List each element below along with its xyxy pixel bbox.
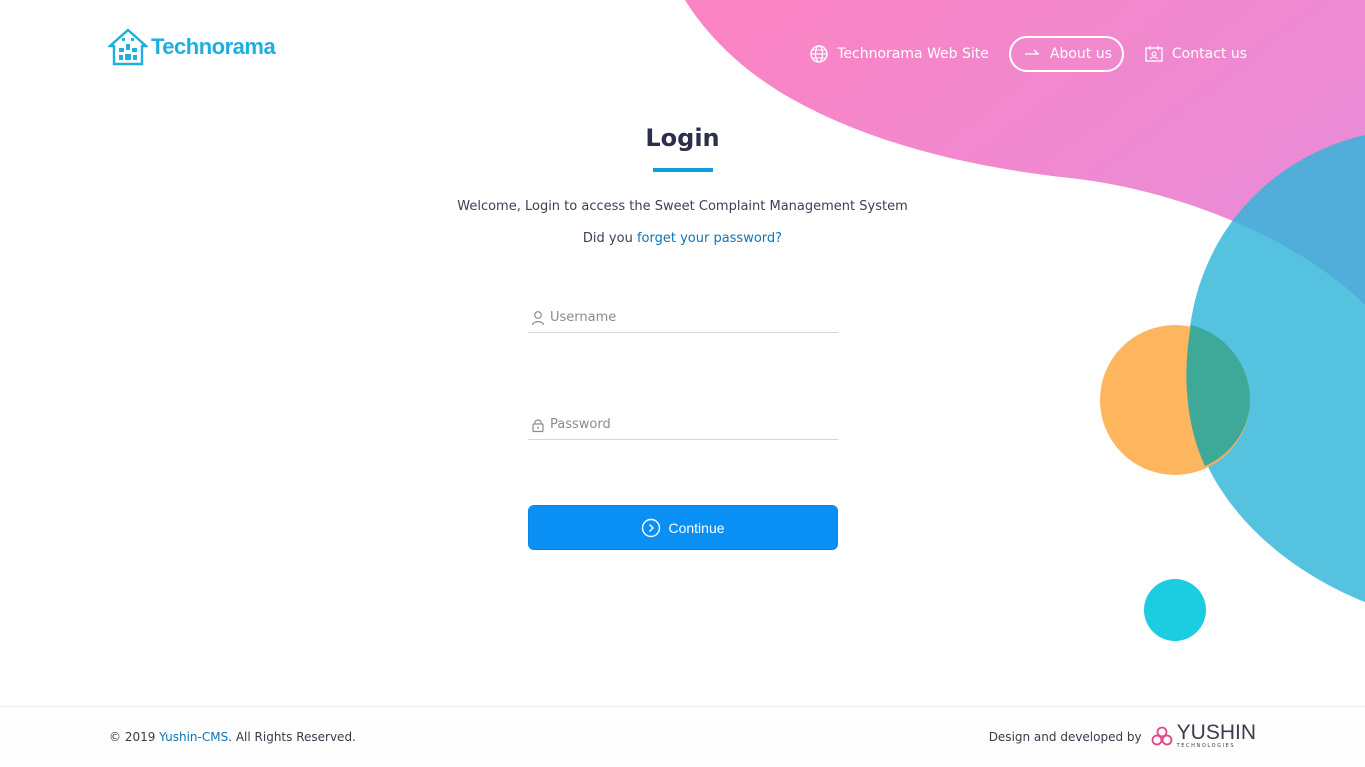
nav-contact-us-label: Contact us <box>1171 46 1247 62</box>
forgot-password-link[interactable]: forget your password? <box>637 231 782 246</box>
nav-web-site-link[interactable]: Technorama Web Site <box>809 36 989 72</box>
title-underline <box>653 168 713 172</box>
developer-credit: Design and developed by YUSHIN TECHNOLOG… <box>988 721 1256 750</box>
user-icon <box>530 310 546 326</box>
brand-logo[interactable]: Technorama <box>108 28 276 66</box>
brand-name: Technorama <box>151 34 276 59</box>
credit-text: Design and developed by <box>988 729 1142 744</box>
footer: © 2019 Yushin-CMS. All Rights Reserved. … <box>0 706 1365 767</box>
username-input[interactable] <box>550 303 830 332</box>
nav-about-us-label: About us <box>1049 46 1112 62</box>
page-title: Login <box>645 124 720 152</box>
copyright-suffix: . All Rights Reserved. <box>228 730 356 744</box>
yushin-cms-link[interactable]: Yushin-CMS <box>159 730 228 744</box>
globe-icon <box>809 44 829 64</box>
house-logo-icon <box>108 28 148 66</box>
yushin-name: YUSHIN <box>1176 721 1256 744</box>
yushin-logo[interactable]: YUSHIN TECHNOLOGIES <box>1150 721 1256 750</box>
nav-contact-us-link[interactable]: Contact us <box>1144 36 1247 72</box>
password-input[interactable] <box>550 410 830 439</box>
background-decoration <box>685 0 1365 641</box>
copyright-prefix: © 2019 <box>109 730 160 744</box>
continue-label: Continue <box>668 519 725 536</box>
nav-web-site-label: Technorama Web Site <box>837 46 989 62</box>
contact-card-icon <box>1144 44 1164 64</box>
circle-chevron-right-icon <box>641 518 661 538</box>
top-nav: Technorama Web Site About us Contact us <box>809 36 1247 72</box>
yushin-subtitle: TECHNOLOGIES <box>1176 743 1236 749</box>
yushin-wordmark: YUSHIN TECHNOLOGIES <box>1176 721 1256 750</box>
copyright-text: © 2019 Yushin-CMS. All Rights Reserved. <box>109 730 356 744</box>
arrow-right-icon <box>1022 44 1042 64</box>
forgot-prefix: Did you <box>582 231 637 246</box>
nav-about-us-button[interactable]: About us <box>1008 36 1124 72</box>
username-field <box>528 303 838 333</box>
yushin-flower-icon <box>1151 726 1173 745</box>
welcome-text: Welcome, Login to access the Sweet Compl… <box>457 199 908 214</box>
lock-icon <box>530 417 546 433</box>
forgot-password-text: Did you forget your password? <box>0 231 1365 246</box>
password-field <box>528 410 838 440</box>
cyan-dot <box>1144 579 1206 641</box>
continue-button[interactable]: Continue <box>528 505 838 550</box>
